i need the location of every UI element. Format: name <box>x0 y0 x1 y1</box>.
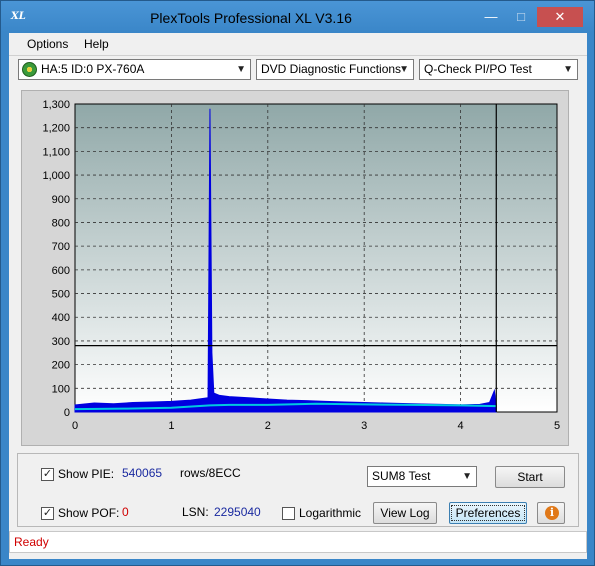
menu-options-label: Options <box>27 37 69 51</box>
y-tick-label: 1,300 <box>42 99 70 111</box>
plot-area <box>74 103 558 413</box>
y-tick-label: 1,100 <box>42 146 70 158</box>
menu-options[interactable]: Options <box>27 37 68 51</box>
logarithmic-checkbox[interactable] <box>282 507 295 520</box>
x-tick-label: 0 <box>72 420 78 432</box>
y-tick-label: 500 <box>52 289 70 301</box>
preferences-button-label: Preferences <box>450 505 526 521</box>
show-pie-label: Show PIE: <box>58 467 115 481</box>
sum8-select-value: SUM8 Test <box>372 469 431 483</box>
y-tick-label: 300 <box>52 336 70 348</box>
info-icon: i <box>545 506 559 520</box>
y-tick-label: 400 <box>52 312 70 324</box>
y-tick-label: 200 <box>52 360 70 372</box>
y-tick-label: 1,200 <box>42 123 70 135</box>
function-select-value: DVD Diagnostic Functions <box>261 62 402 76</box>
x-tick-label: 3 <box>361 420 367 432</box>
start-button[interactable]: Start <box>495 466 565 488</box>
lsn-label: LSN: <box>182 505 209 519</box>
view-log-button[interactable]: View Log <box>373 502 437 524</box>
function-select[interactable]: DVD Diagnostic Functions ▼ <box>256 59 414 80</box>
menu-separator <box>9 55 587 56</box>
chevron-down-icon: ▼ <box>236 64 246 75</box>
maximize-icon[interactable]: □ <box>507 7 535 27</box>
menu-bar: Options Help <box>9 33 587 55</box>
x-tick-label: 5 <box>554 420 560 432</box>
show-pof-checkbox[interactable]: ✓ <box>41 507 54 520</box>
minimize-icon[interactable]: — <box>477 7 505 27</box>
y-tick-label: 700 <box>52 241 70 253</box>
chevron-down-icon: ▼ <box>563 64 573 75</box>
pie-unit: rows/8ECC <box>180 466 241 480</box>
x-tick-label: 2 <box>265 420 271 432</box>
y-tick-label: 600 <box>52 265 70 277</box>
status-text: Ready <box>14 535 49 549</box>
window-title: PlexTools Professional XL V3.16 <box>150 10 352 26</box>
test-select[interactable]: Q-Check PI/PO Test ▼ <box>419 59 578 80</box>
y-tick-label: 0 <box>64 407 70 419</box>
y-tick-label: 1,000 <box>42 170 70 182</box>
x-tick-label: 4 <box>458 420 464 432</box>
test-select-value: Q-Check PI/PO Test <box>424 62 532 76</box>
chart-panel: 0 100 200 300 400 500 600 700 800 900 1,000 1,100 1,… <box>21 90 569 446</box>
pie-value: 540065 <box>122 466 163 480</box>
menu-help-label: Help <box>84 37 109 51</box>
logarithmic-label: Logarithmic <box>299 506 362 520</box>
status-bar: Ready <box>9 531 587 553</box>
y-tick-label: 800 <box>52 217 70 229</box>
pof-value: 0 <box>122 505 129 519</box>
title-bar[interactable]: XL PlexTools Professional XL V3.16 — □ ✕ <box>1 1 594 33</box>
drive-select[interactable]: HA:5 ID:0 PX-760A ▼ <box>18 59 251 80</box>
y-tick-label: 900 <box>52 194 70 206</box>
show-pof-label: Show POF: <box>58 506 120 520</box>
controls-panel: ✓ Show PIE: 540065 rows/8ECC ✓ Show POF:… <box>17 453 579 527</box>
close-icon[interactable]: ✕ <box>537 7 583 27</box>
pi-po-chart: 0 100 200 300 400 500 600 700 800 900 1,000 1,100 1,… <box>42 99 560 432</box>
app-window: XL PlexTools Professional XL V3.16 — □ ✕… <box>0 0 595 566</box>
client-area: Options Help HA:5 ID:0 PX-760A ▼ DVD Dia… <box>9 33 587 559</box>
y-tick-label: 100 <box>52 383 70 395</box>
chevron-down-icon: ▼ <box>399 64 409 75</box>
drive-icon <box>22 62 37 77</box>
view-log-button-label: View Log <box>380 506 430 520</box>
x-tick-label: 1 <box>168 420 174 432</box>
chevron-down-icon: ▼ <box>462 471 472 482</box>
lsn-value: 2295040 <box>214 505 261 519</box>
drive-select-value: HA:5 ID:0 PX-760A <box>41 62 145 76</box>
sum8-select[interactable]: SUM8 Test ▼ <box>367 466 477 487</box>
start-button-label: Start <box>517 470 543 484</box>
info-button[interactable]: i <box>537 502 565 524</box>
preferences-button[interactable]: Preferences <box>449 502 527 524</box>
show-pie-checkbox[interactable]: ✓ <box>41 468 54 481</box>
menu-help[interactable]: Help <box>84 37 109 51</box>
